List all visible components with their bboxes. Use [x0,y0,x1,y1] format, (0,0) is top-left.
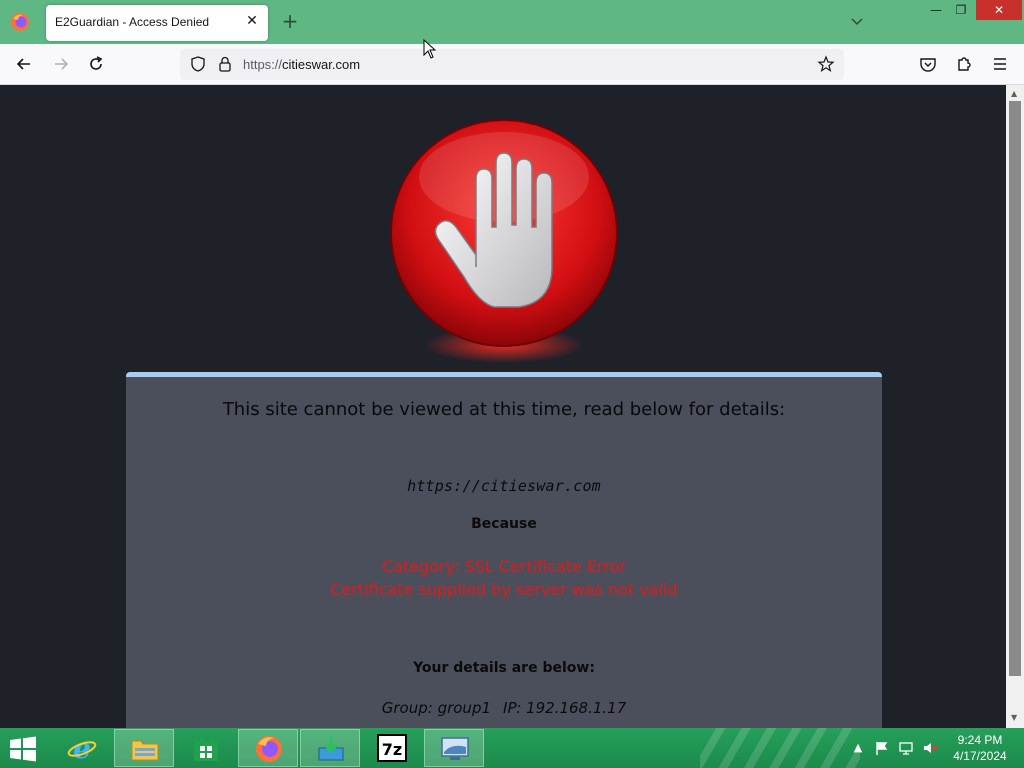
browser-titlebar: E2Guardian - Access Denied ✕ + — ❐ ✕ [0,0,1024,44]
internet-explorer-icon: e [67,734,97,762]
store-icon [194,734,218,761]
url-host: citieswar.com [282,57,361,72]
close-window-button[interactable]: ✕ [976,0,1022,20]
user-group: Group: group1 [381,699,492,717]
vertical-scrollbar[interactable]: ▲ ▼ [1006,85,1024,728]
new-tab-icon[interactable]: + [279,10,301,32]
restore-button[interactable]: ❐ [946,0,976,20]
svg-text:e: e [73,734,91,762]
windows-start-icon[interactable] [8,736,38,762]
user-ip: IP: 192.168.1.17 [503,699,627,717]
show-hidden-icons-icon[interactable]: ▲ [850,740,866,756]
network-icon[interactable] [898,740,914,756]
volume-muted-icon[interactable] [922,740,938,756]
clock-time: 9:24 PM [957,733,1003,747]
url-text[interactable]: https://citieswar.com [243,57,360,72]
url-scheme: https:// [243,57,283,72]
reload-icon[interactable] [85,53,107,75]
lock-icon[interactable] [217,55,233,73]
clock-date: 4/17/2024 [953,749,1007,763]
taskbar-installer[interactable] [300,729,360,767]
tab-access-denied[interactable]: E2Guardian - Access Denied ✕ [46,5,268,41]
taskbar-file-explorer[interactable] [114,729,174,767]
windows-taskbar: e 7z ▲ 9:24 PM 4/17/2024 [0,728,1024,768]
url-bar[interactable]: https://citieswar.com [180,49,844,80]
taskbar-decoration [700,728,860,768]
system-clock[interactable]: 9:24 PM 4/17/2024 [944,732,1016,764]
tab-title: E2Guardian - Access Denied [55,15,210,29]
taskbar-remote-desktop[interactable] [424,729,484,767]
details-heading: Your details are below: [413,660,595,676]
svg-text:7z: 7z [382,740,402,759]
scroll-down-icon[interactable]: ▼ [1011,713,1017,722]
extensions-icon[interactable] [953,53,975,75]
action-center-flag-icon[interactable] [874,740,890,756]
folder-icon [131,740,159,761]
because-label: Because [471,516,537,532]
block-details-panel: This site cannot be viewed at this time,… [126,372,882,728]
scroll-up-icon[interactable]: ▲ [1011,89,1017,98]
taskbar-internet-explorer[interactable]: e [52,729,112,767]
remote-desktop-icon [441,737,469,760]
firefox-taskbar-icon [256,736,282,762]
mouse-cursor-icon [423,39,437,59]
reason-category: Category: SSL Certificate Error [382,557,626,576]
installer-icon [318,737,344,761]
taskbar-7zip[interactable]: 7z [362,729,422,767]
reason-detail: Certificate supplied by server was not v… [330,580,678,599]
user-details: Group: group1 IP: 192.168.1.17 [126,699,882,717]
taskbar-firefox[interactable] [238,729,298,767]
stop-hand-icon [390,119,618,363]
back-icon[interactable] [13,53,35,75]
bookmark-star-icon[interactable] [817,55,835,73]
blocked-url: https://citieswar.com [407,477,601,495]
page-heading: This site cannot be viewed at this time,… [222,399,786,420]
navigation-toolbar: https://citieswar.com [0,44,1024,85]
scroll-thumb[interactable] [1009,101,1021,676]
firefox-icon[interactable] [10,12,30,32]
menu-icon[interactable] [989,53,1011,75]
shield-icon[interactable] [189,55,207,73]
7zip-icon: 7z [377,734,407,762]
tab-list-chevron-icon[interactable] [847,12,867,32]
tab-close-icon[interactable]: ✕ [244,13,260,29]
page-content: This site cannot be viewed at this time,… [0,85,1006,728]
forward-icon[interactable] [50,53,72,75]
block-reason: Category: SSL Certificate Error Certific… [126,555,882,601]
pocket-icon[interactable] [917,53,939,75]
taskbar-store[interactable] [176,729,236,767]
